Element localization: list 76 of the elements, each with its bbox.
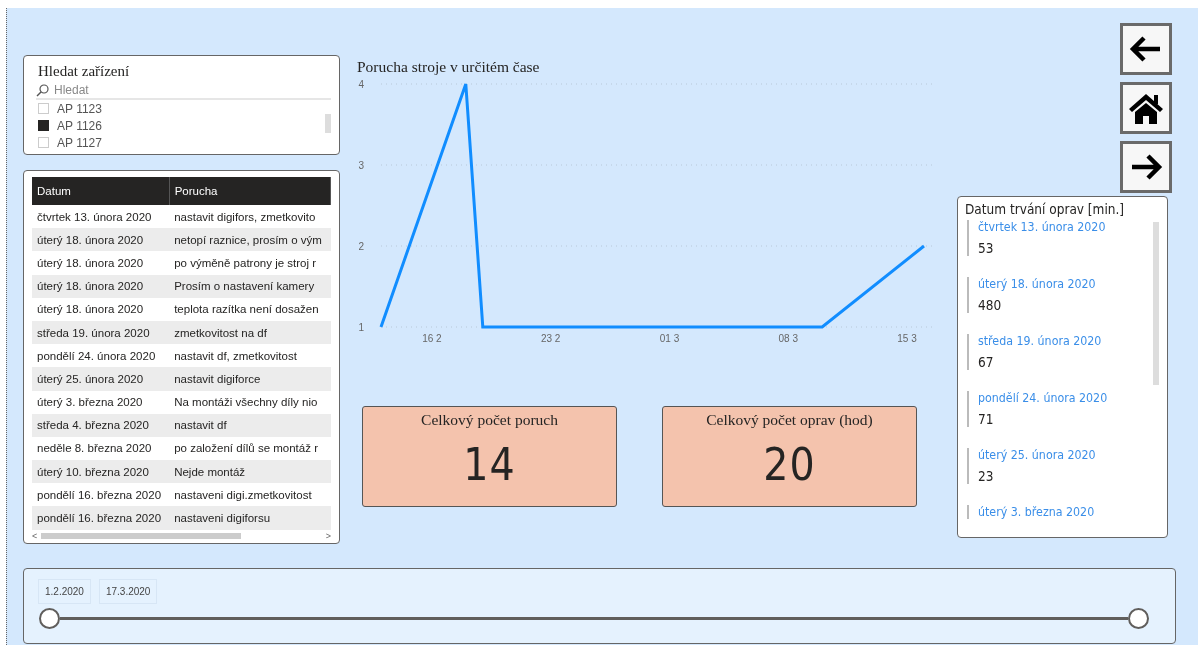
repair-date: úterý 3. března 2020 xyxy=(978,505,1095,519)
scrollbar[interactable] xyxy=(325,114,331,133)
table-cell: nastavit digiforce xyxy=(169,367,331,391)
slider-track[interactable] xyxy=(60,617,1128,620)
repair-date: čtvrtek 13. února 2020 xyxy=(978,220,1106,234)
table-cell: netopí raznice, prosím o vým xyxy=(169,228,331,252)
kpi-label: Celkový počet oprav (hod) xyxy=(706,411,873,429)
table-cell: nastaveni digiforsu xyxy=(169,506,331,530)
table-cell: úterý 3. března 2020 xyxy=(32,390,170,414)
kpi-label: Celkový počet poruch xyxy=(421,411,558,429)
chart-title: Porucha stroje v určitém čase xyxy=(357,58,540,76)
table-cell: po založení dílů se montáž r xyxy=(169,436,331,461)
slider-handle[interactable] xyxy=(1128,608,1149,629)
repair-minutes: 23 xyxy=(978,468,995,484)
table-cell: Na montáži všechny díly nio xyxy=(169,390,331,414)
repair-minutes: 53 xyxy=(978,240,995,256)
scroll-left-arrow[interactable]: < xyxy=(32,530,38,541)
repair-date: úterý 25. února 2020 xyxy=(978,448,1096,462)
repair-minutes: 71 xyxy=(978,411,995,427)
table-cell: Prosím o nastavení kamery xyxy=(169,274,331,298)
repair-date: úterý 18. února 2020 xyxy=(978,277,1096,291)
scrollbar[interactable] xyxy=(41,532,242,539)
x-tick-label: 16 2 xyxy=(422,333,442,344)
kpi-value: 14 xyxy=(463,439,516,490)
x-tick-label: 23 2 xyxy=(540,333,561,344)
slider-handle[interactable] xyxy=(39,608,60,629)
x-tick-label: 01 3 xyxy=(659,333,680,344)
table-cell: nastaveni digi.zmetkovitost xyxy=(169,483,331,507)
y-tick-label: 1 xyxy=(358,322,364,333)
table-cell: čtvrtek 13. února 2020 xyxy=(32,205,170,229)
table-cell: úterý 18. února 2020 xyxy=(32,297,170,321)
y-tick-label: 3 xyxy=(358,160,364,171)
table-cell: pondělí 16. března 2020 xyxy=(32,506,170,530)
y-tick-label: 4 xyxy=(358,79,364,90)
scroll-right-arrow[interactable]: > xyxy=(325,530,331,541)
table-cell: neděle 8. března 2020 xyxy=(32,436,170,461)
table-cell: nastavit df xyxy=(169,413,331,437)
table-cell: po výměně patrony je stroj r xyxy=(169,251,331,275)
back-button[interactable] xyxy=(1120,23,1172,75)
column-header[interactable]: Porucha xyxy=(169,177,331,205)
y-tick-label: 2 xyxy=(358,241,364,252)
x-tick-label: 08 3 xyxy=(778,333,798,344)
x-tick-label: 15 3 xyxy=(897,333,917,344)
checkbox[interactable] xyxy=(38,120,49,131)
repair-minutes: 67 xyxy=(978,354,995,370)
column-header[interactable]: Datum xyxy=(32,177,170,205)
table-cell: zmetkovitost na df xyxy=(169,320,331,345)
table-cell: úterý 18. února 2020 xyxy=(32,274,170,298)
repair-minutes: 480 xyxy=(978,297,1003,313)
table-cell: středa 4. března 2020 xyxy=(32,413,170,437)
card-title: Datum trvání oprav [min.] xyxy=(965,201,1125,217)
table-cell: středa 19. února 2020 xyxy=(32,320,170,345)
table-cell: úterý 10. března 2020 xyxy=(32,460,170,484)
table-cell: Nejde montáž xyxy=(169,460,331,484)
table-cell: nastavit df, zmetkovitost xyxy=(169,344,331,368)
table-cell: úterý 18. února 2020 xyxy=(32,251,170,275)
scrollbar[interactable] xyxy=(1153,222,1159,385)
home-button[interactable] xyxy=(1120,82,1172,134)
table-cell: pondělí 16. března 2020 xyxy=(32,483,170,507)
repair-date: středa 19. února 2020 xyxy=(978,334,1102,348)
table-cell: úterý 18. února 2020 xyxy=(32,228,170,252)
table-cell: nastavit digifors, zmetkovito xyxy=(169,205,331,229)
start-date-field[interactable]: 1.2.2020 xyxy=(38,579,91,604)
slicer-title: Hledat zařízení xyxy=(38,63,130,80)
device-option[interactable]: AP 1126 xyxy=(57,118,102,133)
search-icon xyxy=(36,83,49,97)
table-cell: úterý 25. února 2020 xyxy=(32,367,170,391)
forward-button[interactable] xyxy=(1120,141,1172,193)
table-cell: pondělí 24. února 2020 xyxy=(32,344,170,368)
device-option[interactable]: AP 1123 xyxy=(57,101,102,116)
device-option[interactable]: AP 1127 xyxy=(57,135,102,150)
repair-date: pondělí 24. února 2020 xyxy=(978,391,1108,405)
end-date-field[interactable]: 17.3.2020 xyxy=(98,579,158,604)
table-cell: teplota razítka není dosažen xyxy=(169,297,331,321)
kpi-value: 20 xyxy=(763,439,816,490)
search-field[interactable]: Hledat xyxy=(54,83,174,97)
